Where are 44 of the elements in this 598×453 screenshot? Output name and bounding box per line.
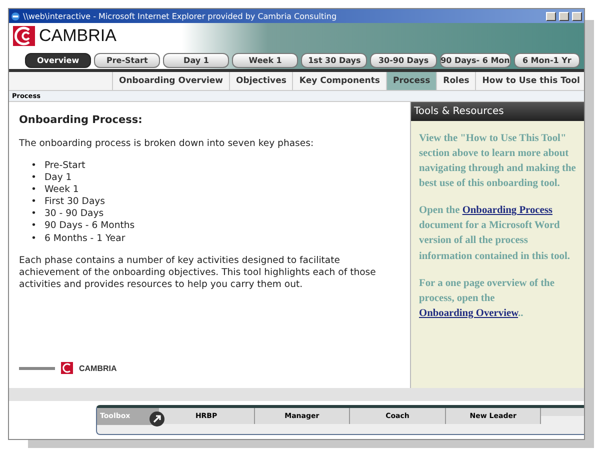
section-tab[interactable]: Process: [386, 72, 436, 90]
section-tab[interactable]: Onboarding Overview: [112, 72, 230, 90]
phase-item: 6 Months - 1 Year: [44, 232, 126, 245]
minimize-button[interactable]: [546, 12, 556, 20]
logo-icon: [61, 362, 73, 374]
bullet: •: [31, 208, 36, 220]
logo-icon: [13, 26, 35, 46]
brand-name: CAMBRIA: [39, 26, 116, 46]
phase-item: Day 1: [44, 172, 72, 184]
resource-text: Open the Onboarding Process document for a Microsoft Word version of all the process information contained in this tool.: [418, 204, 571, 264]
phase-tab[interactable]: 30-90 Days: [370, 53, 437, 68]
intro-text: The onboarding process is broken down into seven key phases:: [19, 138, 315, 150]
phase-tab[interactable]: Week 1: [232, 53, 298, 68]
section-tab[interactable]: How to Use this Tool: [475, 72, 586, 90]
close-button[interactable]: [572, 12, 582, 20]
phase-tab[interactable]: Pre-Start: [94, 53, 160, 68]
phase-item: First 30 Days: [44, 196, 105, 208]
panel-title: Tools & Resources: [411, 102, 584, 121]
phase-tab[interactable]: Overview: [25, 53, 92, 68]
bullet: •: [31, 172, 36, 184]
bullet: •: [31, 184, 36, 196]
phase-item: 30 - 90 Days: [44, 208, 104, 220]
brand-name: CAMBRIA: [79, 364, 117, 372]
section-tab[interactable]: Roles: [436, 72, 476, 90]
phase-item: Week 1: [44, 184, 79, 196]
section-tab[interactable]: Objectives: [229, 72, 292, 90]
document-link[interactable]: Onboarding Process: [462, 205, 552, 216]
bullet: •: [31, 160, 36, 172]
phase-item: 90 Days - 6 Months: [44, 220, 135, 233]
bullet: •: [31, 232, 36, 245]
phase-tab[interactable]: 1st 30 Days: [301, 53, 368, 68]
bullet: •: [31, 196, 36, 208]
resource-text: For a one page overview of the process, open the Onboarding Overview..: [418, 276, 556, 321]
summary-text: Each phase contains a number of key activities designed to facilitate achievement of the onboarding objectives. This tool highlights each of those activities and provides resources to help you carry them out.: [19, 254, 377, 291]
document-link[interactable]: Onboarding Overview: [419, 308, 518, 319]
resource-text: View the "How to Use This Tool" section above to learn more about navigating through and making the best use of this onboarding tool.: [418, 132, 577, 192]
phase-tab[interactable]: 6 Mon-1 Yr: [514, 53, 580, 68]
window-title: \\web\interactive - Microsoft Internet Explorer provided by Cambria Consulting: [23, 12, 338, 20]
phase-tab[interactable]: Day 1: [163, 53, 230, 68]
bullet: •: [31, 220, 36, 233]
phase-tab[interactable]: 90 Days- 6 Mon: [440, 53, 511, 68]
maximize-button[interactable]: [559, 12, 569, 20]
section-heading: Onboarding Process:: [19, 114, 144, 126]
phase-item: Pre-Start: [44, 160, 86, 172]
